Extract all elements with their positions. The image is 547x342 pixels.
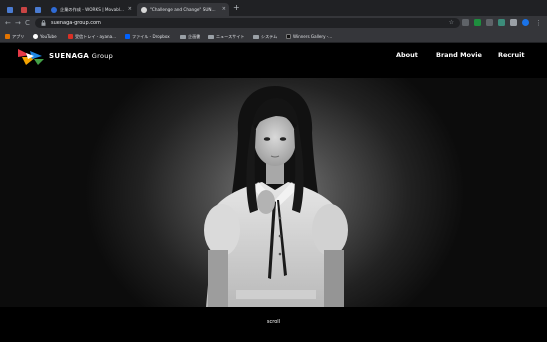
dropbox-icon (125, 34, 130, 39)
tab-strip: 企業の作成 - WORKS | Movabl... × "Challenge a… (0, 0, 547, 16)
tab-favicon-icon (35, 6, 41, 13)
bookmark-label: 企画書 (188, 33, 201, 39)
bookmark-winners-gallery[interactable]: Winners Gallery -... (286, 33, 332, 40)
web-page: SUENAGA Group About Brand Movie Recruit (0, 43, 547, 342)
url-text: suenaga-group.com (51, 20, 101, 26)
extension-icon[interactable] (462, 19, 469, 26)
bookmark-youtube[interactable]: YouTube (33, 33, 57, 40)
nav-recruit[interactable]: Recruit (498, 51, 524, 59)
lock-icon (41, 20, 46, 26)
bookmark-label: ファイル - Dropbox (132, 33, 170, 39)
back-button[interactable]: ← (5, 18, 11, 28)
bookmark-label: 受信トレイ - ayana... (75, 33, 116, 39)
bookmark-label: アプリ (12, 33, 25, 39)
bookmarks-bar: アプリ YouTube 受信トレイ - ayana... ファイル - Drop… (0, 30, 547, 43)
bookmark-gmail[interactable]: 受信トレイ - ayana... (68, 33, 116, 40)
nav-brand-movie[interactable]: Brand Movie (436, 51, 482, 59)
profile-avatar[interactable] (522, 19, 529, 26)
folder-icon (253, 34, 259, 39)
tab-favicon-icon (7, 6, 13, 13)
bookmark-apps[interactable]: アプリ (5, 33, 24, 40)
bookmark-label: ニュースサイト (216, 33, 245, 39)
site-icon (286, 34, 291, 39)
apps-icon (5, 34, 10, 39)
bookmark-label: システム (261, 33, 278, 39)
extension-icon[interactable] (498, 19, 505, 26)
tab-favicon-icon (141, 6, 147, 13)
reload-button[interactable]: C (25, 18, 30, 28)
brand-suffix: Group (91, 52, 114, 60)
hero-portrait (204, 86, 348, 307)
youtube-icon (33, 34, 38, 39)
folder-icon (208, 34, 214, 39)
bookmark-dropbox[interactable]: ファイル - Dropbox (125, 33, 170, 40)
browser-chrome: 企業の作成 - WORKS | Movabl... × "Challenge a… (0, 0, 547, 43)
scroll-indicator[interactable]: scroll (0, 319, 547, 325)
tab-pinned-1[interactable] (3, 3, 16, 16)
brand-name[interactable]: SUENAGA Group (49, 52, 113, 60)
extension-icon[interactable] (474, 19, 481, 26)
tab-close-icon[interactable]: × (128, 6, 132, 12)
menu-icon[interactable]: ⋮ (535, 18, 542, 28)
gmail-icon (68, 34, 73, 39)
bookmark-folder-system[interactable]: システム (253, 33, 277, 40)
bookmark-star-icon[interactable]: ☆ (449, 19, 454, 27)
site-header: SUENAGA Group About Brand Movie Recruit (0, 43, 547, 78)
hero-image (0, 78, 547, 307)
bookmark-folder-plans[interactable]: 企画書 (180, 33, 200, 40)
suenaga-logo-icon[interactable] (16, 47, 46, 67)
brand-wordmark: SUENAGA (49, 52, 90, 60)
folder-icon (180, 34, 186, 39)
tab-favicon-icon (21, 6, 27, 13)
tab-title: 企業の作成 - WORKS | Movabl... (60, 6, 124, 12)
tab-title: "Challenge and Change" SUN... (150, 7, 216, 12)
tab-pinned-3[interactable] (31, 3, 44, 16)
forward-button[interactable]: → (15, 18, 21, 28)
tab-close-icon[interactable]: × (222, 6, 226, 12)
new-tab-button[interactable]: + (233, 4, 240, 12)
extension-icon[interactable] (486, 19, 493, 26)
tab-suenaga[interactable]: "Challenge and Change" SUN... × (137, 3, 229, 16)
address-bar[interactable]: suenaga-group.com ☆ (35, 18, 460, 28)
extensions-puzzle-icon[interactable] (510, 19, 517, 26)
nav-about[interactable]: About (396, 51, 418, 59)
bookmark-folder-news[interactable]: ニュースサイト (208, 33, 244, 40)
bookmark-label: Winners Gallery -... (293, 34, 333, 39)
toolbar: ← → C suenaga-group.com ☆ ⋮ (0, 16, 547, 30)
tab-works[interactable]: 企業の作成 - WORKS | Movabl... × (47, 3, 135, 16)
tab-pinned-2[interactable] (17, 3, 30, 16)
tab-favicon-icon (51, 6, 57, 13)
bookmark-label: YouTube (40, 34, 57, 39)
